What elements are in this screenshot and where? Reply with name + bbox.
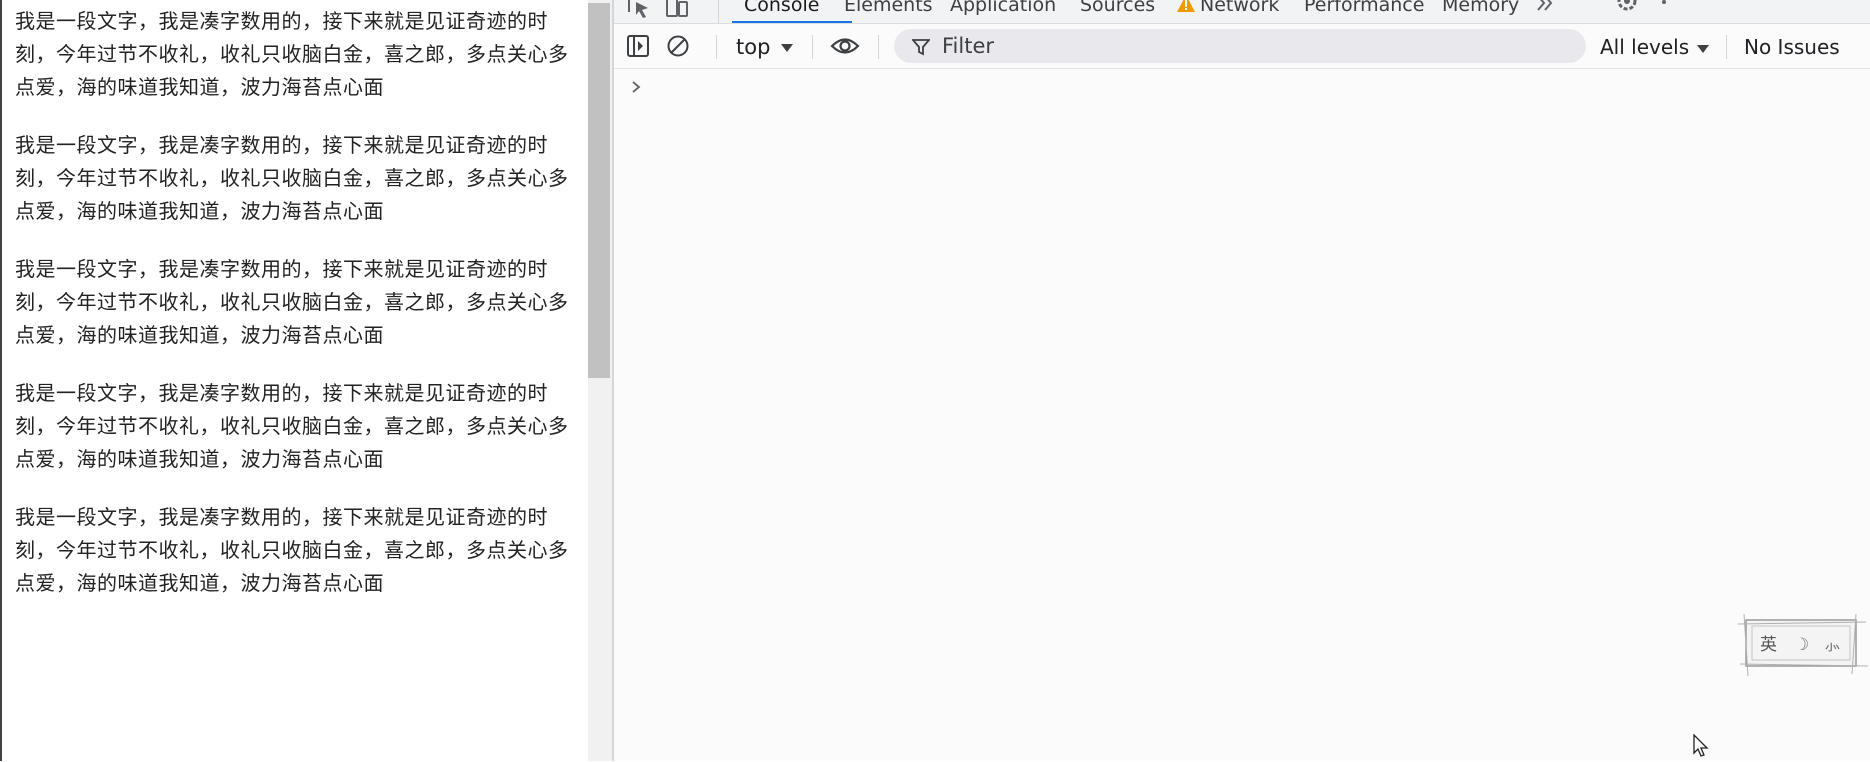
devtools-panel: Console Elements Application Sources Net… (614, 0, 1870, 761)
paragraph: 我是一段文字，我是凑字数用的，接下来就是见证奇迹的时刻，今年过节不收礼，收礼只收… (15, 505, 569, 595)
context-select[interactable]: top (736, 32, 770, 62)
log-levels-dropdown[interactable]: All levels (1600, 32, 1710, 62)
log-levels-label: All levels (1600, 35, 1690, 59)
ime-punctuation-icon: ⺗ (1824, 635, 1841, 655)
device-toolbar-icon[interactable] (664, 0, 690, 23)
inspect-element-icon[interactable] (626, 0, 652, 23)
filter-funnel-icon (911, 38, 931, 60)
kebab-menu-icon[interactable] (1660, 0, 1668, 18)
clear-console-icon[interactable] (666, 34, 690, 62)
page-content: 我是一段文字，我是凑字数用的，接下来就是见证奇迹的时刻，今年过节不收礼，收礼只收… (0, 0, 590, 761)
tab-memory[interactable]: Memory (1442, 0, 1519, 20)
devtools-tabbar: Console Elements Application Sources Net… (614, 0, 1870, 24)
filter-box[interactable] (894, 29, 1586, 63)
tab-application[interactable]: Application (950, 0, 1056, 20)
paragraph: 我是一段文字，我是凑字数用的，接下来就是见证奇迹的时刻，今年过节不收礼，收礼只收… (15, 381, 569, 471)
sidebar-toggle-icon[interactable] (626, 34, 650, 62)
warning-triangle-icon (1176, 0, 1196, 18)
console-toolbar: top All levels No Issues (614, 24, 1870, 69)
tab-network[interactable]: Network (1200, 0, 1279, 20)
ime-mode-label: 英 (1760, 635, 1777, 655)
paragraph: 我是一段文字，我是凑字数用的，接下来就是见证奇迹的时刻，今年过节不收礼，收礼只收… (15, 257, 569, 347)
paragraph: 我是一段文字，我是凑字数用的，接下来就是见证奇迹的时刻，今年过节不收礼，收礼只收… (15, 133, 569, 223)
tab-sources[interactable]: Sources (1080, 0, 1155, 20)
mouse-cursor-icon (1693, 733, 1709, 762)
settings-gear-icon[interactable] (1614, 0, 1640, 18)
live-expression-eye-icon[interactable] (830, 34, 860, 62)
more-tabs-icon[interactable] (1534, 0, 1556, 18)
filter-input[interactable] (942, 29, 1562, 63)
ime-halfwidth-icon: ☽ (1794, 635, 1809, 655)
issues-counter-button[interactable]: No Issues (1744, 32, 1840, 62)
paragraph: 我是一段文字，我是凑字数用的，接下来就是见证奇迹的时刻，今年过节不收礼，收礼只收… (15, 9, 569, 99)
page-scrollbar-thumb[interactable] (588, 3, 610, 378)
tab-elements[interactable]: Elements (844, 0, 933, 20)
active-tab-indicator (732, 21, 852, 23)
chevron-down-icon (1696, 35, 1710, 59)
tab-console[interactable]: Console (744, 0, 819, 20)
console-prompt-chevron-icon[interactable] (630, 79, 642, 98)
chevron-down-icon (780, 38, 794, 57)
tab-performance[interactable]: Performance (1304, 0, 1424, 20)
ime-status-badge[interactable]: 英 ☽ ⺗ (1737, 613, 1869, 680)
